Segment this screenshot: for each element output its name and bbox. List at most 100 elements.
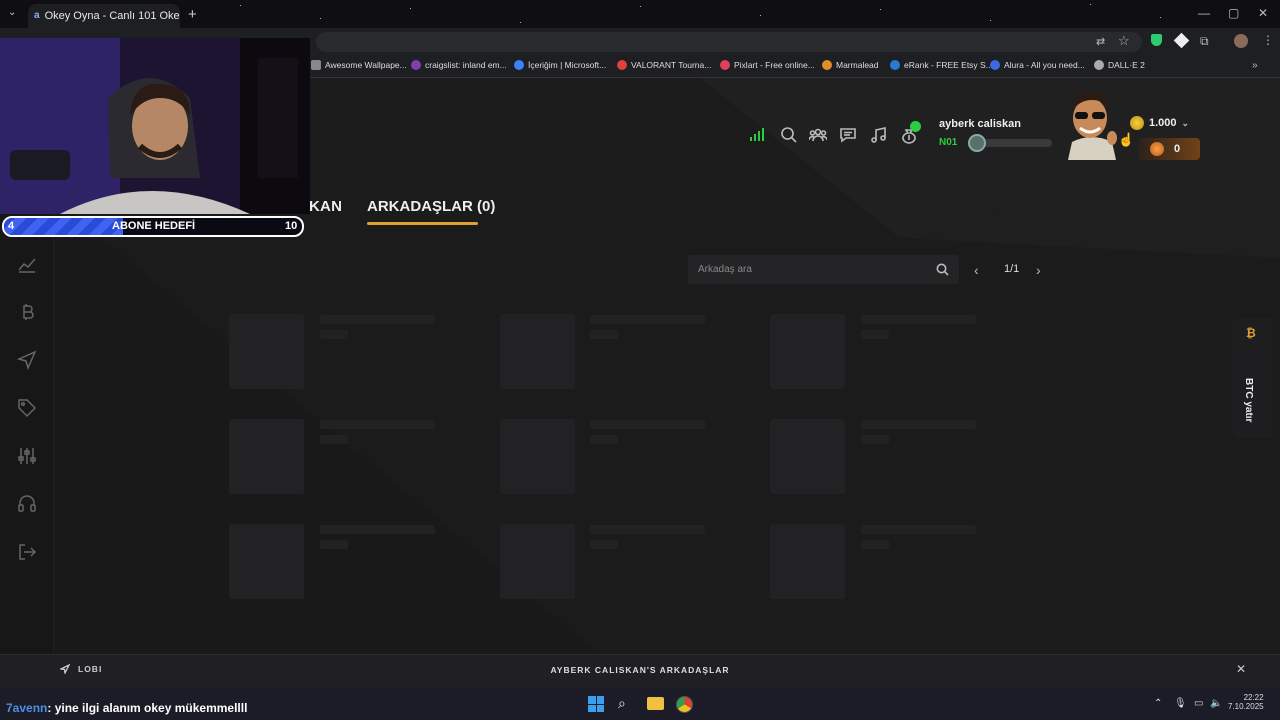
skeleton-line xyxy=(320,525,435,534)
skeleton-line xyxy=(320,420,435,429)
skeleton-line xyxy=(320,435,348,444)
send-icon[interactable] xyxy=(16,350,37,371)
logout-icon[interactable] xyxy=(17,542,37,562)
taskbar-clock[interactable]: 22:22 7.10.2025 xyxy=(1228,693,1264,711)
coin-amount: 1.000 xyxy=(1149,117,1177,129)
skeleton-line xyxy=(590,315,705,324)
tag-icon[interactable] xyxy=(17,398,37,418)
friend-search-field[interactable] xyxy=(688,255,959,284)
skeleton-line xyxy=(590,435,618,444)
network-icon[interactable]: ▭ xyxy=(1194,698,1203,709)
file-explorer-icon[interactable] xyxy=(647,697,664,710)
chrome-icon[interactable] xyxy=(676,696,693,713)
connection-signal-icon xyxy=(750,128,764,147)
minimize-button[interactable]: — xyxy=(1198,6,1210,20)
gold-coin-icon xyxy=(1130,116,1144,130)
chip-icon xyxy=(1150,142,1164,156)
goal-current: 4 xyxy=(8,220,15,232)
skeleton-line xyxy=(590,540,618,549)
extensions-puzzle-icon[interactable]: ⧉ xyxy=(1200,34,1209,49)
volume-icon[interactable]: 🔈 xyxy=(1210,698,1222,709)
skeleton-line xyxy=(320,315,435,324)
address-input[interactable] xyxy=(316,32,1142,52)
tray-chevron-icon[interactable]: ⌃ xyxy=(1154,698,1162,709)
extension-shield-icon[interactable] xyxy=(1151,34,1162,46)
bookmark-item[interactable]: Marmalead xyxy=(822,60,879,70)
skeleton-avatar xyxy=(770,524,845,599)
page-indicator: 1/1 xyxy=(1004,263,1020,275)
skeleton-avatar xyxy=(229,314,304,389)
new-tab-button[interactable]: + xyxy=(188,6,197,23)
skeleton-line xyxy=(861,420,976,429)
bookmark-item[interactable]: Alura - All you need... xyxy=(990,60,1085,70)
bookmark-item[interactable]: İçeriğim | Microsoft... xyxy=(514,60,606,70)
taskbar-search-icon[interactable]: ⌕ xyxy=(618,695,626,712)
btc-deposit-label[interactable]: BTC yatır xyxy=(1243,378,1254,422)
browser-menu-icon[interactable]: ⋮ xyxy=(1262,33,1274,47)
chat-text: : yine ilgi alanım okey mükemmellll xyxy=(47,701,248,715)
chip-amount: 0 xyxy=(1174,143,1181,155)
windows-start-icon[interactable] xyxy=(588,696,604,712)
username[interactable]: ayberk caliskan xyxy=(939,118,1021,130)
chat-icon[interactable] xyxy=(839,126,857,144)
close-icon[interactable]: ✕ xyxy=(1236,662,1246,676)
tab-friends[interactable]: ARKADAŞLAR (0) xyxy=(367,198,495,215)
skeleton-avatar xyxy=(229,419,304,494)
skeleton-line xyxy=(861,315,976,324)
tab-list-chevron-icon[interactable]: ⌄ xyxy=(8,7,16,18)
profile-avatar[interactable] xyxy=(1234,34,1248,48)
skeleton-avatar xyxy=(770,419,845,494)
bookmark-item[interactable]: Pixlart - Free online... xyxy=(720,60,815,70)
search-icon[interactable] xyxy=(780,126,798,144)
avatar[interactable] xyxy=(1064,88,1120,160)
prev-page-chevron-icon[interactable]: ‹ xyxy=(974,262,979,278)
webcam-overlay xyxy=(0,38,310,214)
bookmark-star-icon[interactable]: ☆ xyxy=(1118,33,1130,49)
mouse-cursor-icon: ☝ xyxy=(1118,132,1135,147)
site-favicon-icon: a xyxy=(34,10,40,21)
stats-chart-icon[interactable] xyxy=(17,254,37,274)
bookmark-item[interactable]: DALL·E 2 xyxy=(1094,60,1145,70)
bookmark-item[interactable]: craigslist: inland em... xyxy=(411,60,507,70)
next-page-chevron-icon[interactable]: › xyxy=(1036,262,1041,278)
goal-max: 10 xyxy=(285,220,298,232)
search-icon[interactable] xyxy=(936,263,949,276)
chat-nick: 7avenn xyxy=(6,701,48,715)
clock-time: 22:22 xyxy=(1243,693,1264,702)
skeleton-avatar xyxy=(229,524,304,599)
microphone-icon[interactable]: 🎙 xyxy=(1174,698,1187,709)
skeleton-line xyxy=(590,420,705,429)
friends-icon[interactable] xyxy=(808,126,828,144)
skeleton-avatar xyxy=(500,419,575,494)
goal-progress-fill xyxy=(4,218,124,235)
bookmark-item[interactable]: eRank - FREE Etsy S... xyxy=(890,60,993,70)
headset-support-icon[interactable] xyxy=(17,494,37,514)
translate-icon[interactable]: ⇄ xyxy=(1096,35,1105,48)
music-icon[interactable] xyxy=(869,126,887,144)
online-status-dot xyxy=(910,121,921,132)
friend-search-input[interactable] xyxy=(698,264,936,275)
active-tab-underline xyxy=(367,222,478,225)
settings-sliders-icon[interactable] xyxy=(17,446,37,466)
skeleton-line xyxy=(861,540,889,549)
more-bookmarks-icon[interactable]: » xyxy=(1252,60,1258,71)
skeleton-line xyxy=(861,435,889,444)
bottom-title: AYBERK CALISKAN'S ARKADAŞLAR xyxy=(550,665,730,675)
close-window-button[interactable]: ✕ xyxy=(1258,6,1268,20)
maximize-button[interactable]: ▢ xyxy=(1228,6,1239,20)
browser-tab-active[interactable]: a Okey Oyna - Canlı 101 Oke 🔊 ✕ xyxy=(28,4,180,28)
chip-balance[interactable]: 0 xyxy=(1138,138,1200,160)
skeleton-line xyxy=(861,525,976,534)
user-level: N01 xyxy=(939,137,958,148)
bitcoin-icon[interactable] xyxy=(17,302,37,322)
skeleton-line xyxy=(590,330,618,339)
rank-badge-icon xyxy=(968,134,986,152)
coin-balance[interactable]: 1.000 ⌄ xyxy=(1130,114,1189,132)
skeleton-avatar xyxy=(500,314,575,389)
chevron-down-icon[interactable]: ⌄ xyxy=(1182,118,1190,129)
skeleton-line xyxy=(590,525,705,534)
bookmark-item[interactable]: VALORANT Tourna... xyxy=(617,60,711,70)
bookmark-item[interactable]: Awesome Wallpape... xyxy=(311,60,407,70)
skeleton-line xyxy=(320,540,348,549)
tab-partial[interactable]: KAN xyxy=(309,198,342,215)
